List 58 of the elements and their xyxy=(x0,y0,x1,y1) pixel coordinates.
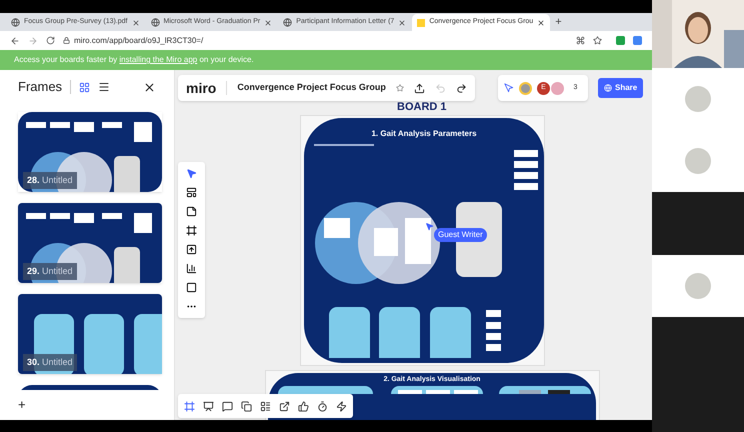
frame-label: 28. Untitled xyxy=(23,172,77,189)
globe-icon xyxy=(11,18,20,27)
close-icon[interactable] xyxy=(264,18,272,26)
new-tab-button[interactable]: + xyxy=(551,14,566,30)
board-title[interactable]: Convergence Project Focus Group xyxy=(237,81,386,95)
avatar-icon xyxy=(685,148,711,174)
frame-tool-icon[interactable] xyxy=(186,225,197,236)
cursor-icon xyxy=(425,222,434,231)
star-icon[interactable] xyxy=(396,84,404,92)
board-label: BOARD 1 xyxy=(397,102,447,113)
cursor-label: Guest Writer xyxy=(434,228,487,242)
avatar-icon xyxy=(551,82,564,94)
lock-icon xyxy=(63,37,70,44)
globe-icon xyxy=(283,18,292,27)
export-icon[interactable] xyxy=(414,82,425,94)
avatar-icon xyxy=(519,82,532,94)
timer-icon[interactable] xyxy=(317,400,328,412)
command-icon[interactable] xyxy=(576,36,585,45)
add-frame-button[interactable]: + xyxy=(18,395,26,415)
close-icon[interactable] xyxy=(537,18,546,26)
presentation-icon[interactable] xyxy=(203,400,214,412)
frame-title: 1. Gait Analysis Parameters xyxy=(370,128,478,140)
reload-icon[interactable] xyxy=(46,36,55,45)
thumbs-up-icon[interactable] xyxy=(298,400,309,412)
globe-icon xyxy=(150,18,160,27)
close-icon[interactable] xyxy=(398,18,406,26)
template-icon[interactable] xyxy=(186,187,197,198)
cursor-icon[interactable] xyxy=(504,83,514,93)
redo-icon[interactable] xyxy=(456,82,467,94)
banner-text: Access your boards faster by installing the Miro app on your device. xyxy=(14,54,254,66)
avatar-icon xyxy=(685,273,711,299)
close-icon[interactable] xyxy=(143,80,156,94)
frame-label: 30. Untitled xyxy=(23,354,77,371)
frame-label: 29. Untitled xyxy=(23,262,77,280)
frame-thumbnail[interactable]: 29. Untitled xyxy=(18,203,162,283)
frame-thumbnail[interactable]: 28. Untitled xyxy=(18,112,162,192)
shape-tool-icon[interactable] xyxy=(186,282,197,293)
sticky-note-icon[interactable] xyxy=(186,206,197,217)
select-tool-icon[interactable] xyxy=(186,168,197,179)
share-button[interactable]: Share xyxy=(598,78,644,98)
upload-icon[interactable] xyxy=(186,244,197,255)
back-icon[interactable] xyxy=(10,36,20,46)
grid-view-icon[interactable] xyxy=(79,82,90,92)
frame-thumbnail[interactable]: 30. Untitled xyxy=(18,294,162,374)
globe-icon xyxy=(604,84,612,92)
list-view-icon[interactable] xyxy=(98,81,110,93)
comment-icon[interactable] xyxy=(222,400,233,412)
chart-icon[interactable] xyxy=(186,263,197,274)
panel-title: Frames xyxy=(18,78,62,96)
lightning-icon[interactable] xyxy=(336,400,347,412)
board-favicon xyxy=(417,18,426,26)
close-icon[interactable] xyxy=(132,18,140,26)
miro-logo[interactable]: miro xyxy=(186,78,216,98)
share-screen-icon[interactable] xyxy=(279,400,290,412)
bookmark-icon[interactable] xyxy=(593,36,602,45)
list-icon[interactable] xyxy=(260,400,271,412)
avatar-icon xyxy=(685,86,711,112)
cards-icon[interactable] xyxy=(241,400,252,412)
